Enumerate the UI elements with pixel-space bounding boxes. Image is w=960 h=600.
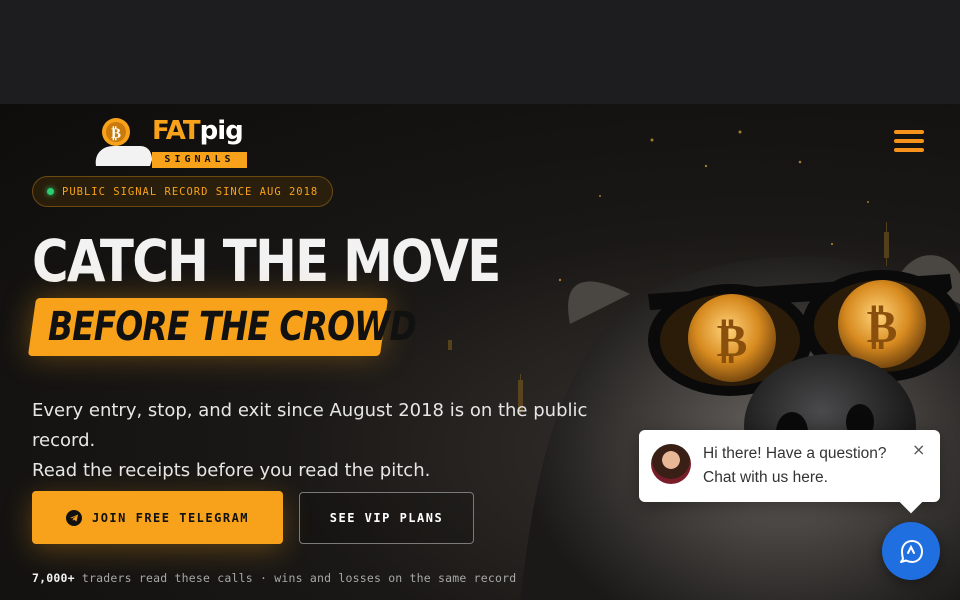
svg-text:₿: ₿ [717,313,748,367]
join-telegram-label: JOIN FREE TELEGRAM [91,510,250,525]
live-dot-icon [47,188,54,195]
bitcoin-bull-icon: ₿ [95,118,152,166]
status-badge: PUBLIC SIGNAL RECORD SINCE AUG 2018 [32,176,334,207]
chat-bubble-icon [900,540,923,563]
hero-description-line-1: Every entry, stop, and exit since August… [32,400,588,451]
hamburger-icon[interactable] [894,130,924,156]
svg-text:₿: ₿ [867,299,898,353]
hero-description-line-2: Read the receipts before you read the pi… [32,460,431,481]
social-proof: 7,000+ traders read these calls · wins a… [32,571,516,585]
brand-wordmark: FATpig [152,116,244,146]
brand-logo[interactable]: ₿ FATpig SIGNALS [92,116,252,174]
see-vip-plans-button[interactable]: SEE VIP PLANS [299,492,474,544]
brand-fat-text: FAT [152,116,201,146]
hero-subheadline: BEFORE THE CROWD [48,304,417,350]
svg-text:₿: ₿ [111,124,121,142]
social-proof-text: traders read these calls · wins and loss… [74,571,517,585]
hero-description: Every entry, stop, and exit since August… [32,396,652,486]
hero-section: ₿ ₿ ₿ FATpig SIGNALS PUBLIC SIGNAL RECOR… [0,104,960,600]
chat-greeting-line-1: Hi there! Have a question? [703,445,887,462]
chat-greeting-popup[interactable]: Hi there! Have a question? Chat with us … [639,430,940,502]
trader-count: 7,000+ [32,571,75,585]
see-vip-plans-label: SEE VIP PLANS [329,511,444,525]
join-telegram-button[interactable]: JOIN FREE TELEGRAM [32,491,283,544]
pig-sunglasses-illustration: ₿ ₿ [448,130,960,600]
chat-launcher-button[interactable] [882,522,940,580]
badge-text: PUBLIC SIGNAL RECORD SINCE AUG 2018 [62,185,319,198]
chat-greeting-text: Hi there! Have a question? Chat with us … [703,442,887,490]
brand-signals-text: SIGNALS [152,152,247,168]
telegram-icon [65,509,82,526]
hero-headline: CATCH THE MOVE [32,227,501,295]
brand-pig-text: pig [199,116,244,146]
agent-avatar [651,444,691,484]
top-band [0,0,960,104]
chat-greeting-line-2: Chat with us here. [703,469,828,486]
close-icon[interactable]: × [912,442,925,458]
